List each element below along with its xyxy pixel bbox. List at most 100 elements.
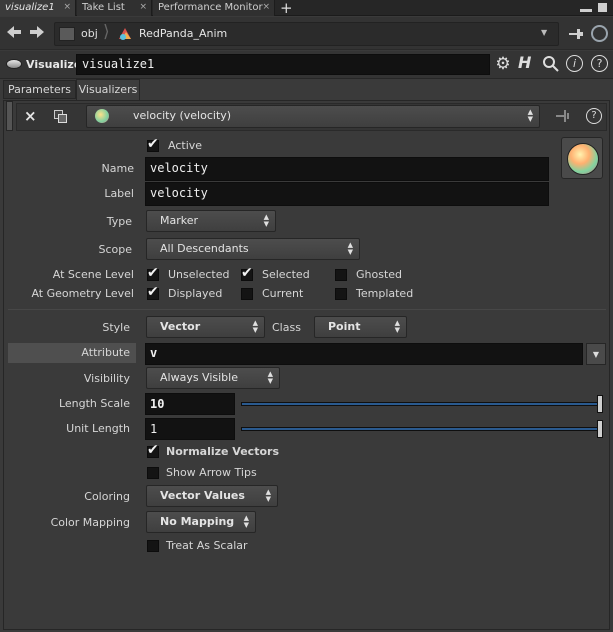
- pane-tab-take-list[interactable]: Take List ×: [77, 0, 152, 16]
- show-arrow-tips-checkbox[interactable]: [147, 467, 159, 479]
- active-label: Active: [168, 139, 203, 152]
- visualizer-icon-button[interactable]: [561, 137, 603, 179]
- visibility-value: Always Visible: [160, 371, 238, 384]
- updown-icon: ▲ ▼: [265, 488, 271, 503]
- selected-checkbox[interactable]: ✔: [241, 265, 253, 281]
- name-field[interactable]: velocity: [145, 157, 549, 181]
- scene-level-label: At Scene Level: [52, 268, 134, 281]
- label-label: Label: [104, 187, 134, 200]
- path-dropdown-icon[interactable]: ▼: [541, 28, 547, 37]
- copy-icon[interactable]: [54, 110, 68, 123]
- remove-visualizer-icon[interactable]: ×: [24, 107, 37, 125]
- link-icon[interactable]: [591, 25, 608, 42]
- ghosted-checkbox[interactable]: [335, 269, 347, 281]
- templated-checkbox[interactable]: [335, 288, 347, 300]
- pane-tab-label: Take List: [82, 2, 125, 13]
- class-menu[interactable]: Point ▲ ▼: [314, 316, 407, 338]
- unit-length-slider[interactable]: [241, 427, 603, 431]
- visualizer-color-icon: [95, 109, 109, 123]
- add-tab-icon[interactable]: +: [280, 0, 293, 17]
- help-icon[interactable]: ?: [591, 55, 608, 72]
- node-name-field[interactable]: visualize1: [76, 54, 490, 75]
- help-h-icon[interactable]: H: [518, 53, 531, 72]
- updown-icon: ▲ ▼: [263, 213, 269, 228]
- close-icon[interactable]: ×: [262, 0, 270, 15]
- unit-length-field[interactable]: 1: [145, 418, 235, 440]
- visualizer-select[interactable]: velocity (velocity) ▲ ▼: [86, 105, 540, 128]
- show-arrow-tips-label: Show Arrow Tips: [166, 466, 257, 479]
- back-arrow-icon[interactable]: [4, 24, 24, 44]
- visualizer-help-icon[interactable]: ?: [586, 108, 602, 124]
- multiparm-handle[interactable]: [6, 101, 13, 131]
- pane-tab-visualize1[interactable]: visualize1 ×: [0, 0, 76, 16]
- forward-arrow-icon[interactable]: [27, 24, 47, 44]
- displayed-label: Displayed: [168, 287, 223, 300]
- ghosted-label: Ghosted: [356, 268, 403, 281]
- length-scale-label: Length Scale: [58, 397, 130, 410]
- style-value: Vector: [160, 320, 201, 333]
- name-label: Name: [101, 162, 134, 175]
- visualizer-select-value: velocity (velocity): [133, 109, 232, 122]
- pin-icon[interactable]: [567, 27, 585, 41]
- color-mapping-label: Color Mapping: [50, 516, 130, 529]
- pin-visualizer-icon[interactable]: [555, 108, 571, 124]
- coloring-label: Coloring: [84, 490, 130, 503]
- coloring-value: Vector Values: [160, 489, 245, 502]
- pane-tab-performance-monitor[interactable]: Performance Monitor ×: [153, 0, 275, 16]
- scope-value: All Descendants: [160, 242, 249, 255]
- visibility-label: Visibility: [83, 372, 130, 385]
- templated-label: Templated: [356, 287, 414, 300]
- network-icon: [59, 27, 75, 41]
- checkmark-icon: ✔: [147, 265, 159, 281]
- length-scale-slider[interactable]: [241, 402, 603, 406]
- attribute-field[interactable]: v: [145, 343, 583, 365]
- type-value: Marker: [160, 214, 199, 227]
- color-mapping-menu[interactable]: No Mapping ▲ ▼: [146, 511, 256, 533]
- pane-maximize-icon[interactable]: [598, 3, 607, 12]
- selected-label: Selected: [262, 268, 310, 281]
- type-menu[interactable]: Marker ▲ ▼: [146, 210, 276, 232]
- scope-label: Scope: [98, 243, 132, 256]
- current-label: Current: [262, 287, 304, 300]
- unselected-checkbox[interactable]: ✔: [147, 265, 159, 281]
- checkmark-icon: ✔: [147, 284, 159, 300]
- attribute-label: Attribute: [81, 346, 130, 359]
- pane-menu-icon[interactable]: [580, 2, 592, 12]
- updown-icon: ▲ ▼: [267, 370, 273, 385]
- updown-icon: ▲ ▼: [527, 108, 533, 123]
- info-icon[interactable]: i: [566, 55, 583, 72]
- displayed-checkbox[interactable]: ✔: [147, 284, 159, 300]
- close-icon[interactable]: ×: [139, 0, 147, 15]
- unselected-label: Unselected: [168, 268, 230, 281]
- length-scale-field[interactable]: 10: [145, 393, 235, 415]
- unit-length-slider-handle[interactable]: [597, 420, 603, 438]
- tab-visualizers[interactable]: Visualizers: [76, 79, 140, 100]
- coloring-menu[interactable]: Vector Values ▲ ▼: [146, 485, 278, 507]
- length-scale-slider-handle[interactable]: [597, 395, 603, 413]
- style-label: Style: [102, 321, 130, 334]
- updown-icon: ▲ ▼: [243, 514, 249, 529]
- label-field[interactable]: velocity: [145, 182, 549, 206]
- attribute-dropdown-icon[interactable]: ▼: [586, 343, 606, 365]
- visibility-menu[interactable]: Always Visible ▲ ▼: [146, 367, 280, 389]
- pane-tab-label: Performance Monitor: [158, 2, 263, 13]
- current-checkbox[interactable]: [241, 288, 253, 300]
- scope-menu[interactable]: All Descendants ▲ ▼: [146, 238, 360, 260]
- active-checkbox[interactable]: ✔: [147, 136, 159, 152]
- gear-icon[interactable]: ⚙: [494, 55, 512, 73]
- class-label: Class: [272, 321, 301, 334]
- treat-as-scalar-checkbox[interactable]: [147, 540, 159, 552]
- class-value: Point: [328, 320, 361, 333]
- normalize-vectors-checkbox[interactable]: ✔: [147, 442, 159, 458]
- tab-parameters[interactable]: Parameters: [3, 80, 76, 99]
- search-icon[interactable]: [542, 55, 560, 73]
- normalize-vectors-label: Normalize Vectors: [166, 445, 279, 458]
- style-menu[interactable]: Vector ▲ ▼: [146, 316, 265, 338]
- pane-tab-label: visualize1: [5, 2, 55, 13]
- path-separator-icon: ⟩: [103, 22, 110, 42]
- section-divider: [8, 309, 606, 310]
- path-node[interactable]: RedPanda_Anim: [139, 27, 227, 40]
- color-mapping-value: No Mapping: [160, 515, 235, 528]
- path-root[interactable]: obj: [81, 27, 98, 40]
- close-icon[interactable]: ×: [63, 0, 71, 15]
